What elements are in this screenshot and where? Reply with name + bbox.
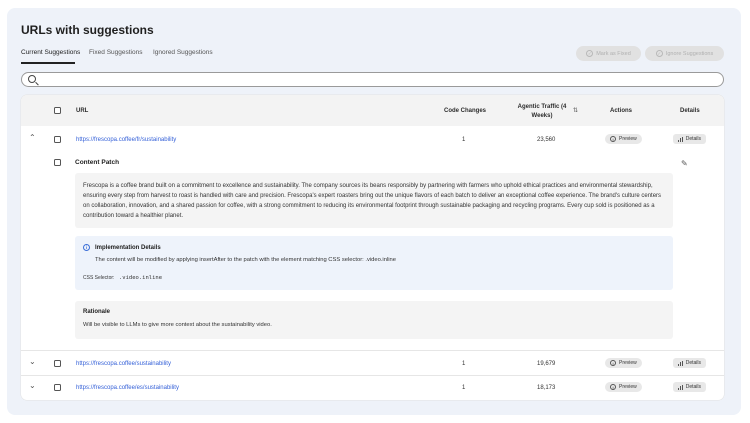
implementation-details-text: The content will be modified by applying… bbox=[95, 257, 396, 263]
row-traffic: 23,560 bbox=[537, 137, 556, 143]
preview-label: Preview bbox=[619, 136, 637, 142]
css-selector-value: .video.inline bbox=[119, 274, 163, 281]
check-circle-icon: ✓ bbox=[586, 50, 594, 57]
chart-icon bbox=[678, 360, 683, 366]
info-icon: i bbox=[610, 360, 616, 366]
sort-icon[interactable]: ⇅ bbox=[573, 107, 578, 114]
info-icon: i bbox=[610, 384, 616, 390]
chart-icon bbox=[678, 384, 683, 390]
patch-content-text: Frescopa is a coffee brand built on a co… bbox=[83, 183, 662, 219]
details-label: Details bbox=[685, 136, 702, 142]
info-icon: i bbox=[83, 244, 90, 251]
row-checkbox[interactable] bbox=[54, 136, 61, 143]
column-header-agentic-traffic[interactable]: Agentic Traffic (4 Weeks) bbox=[514, 103, 570, 121]
suggestions-table: URL Code Changes Agentic Traffic (4 Week… bbox=[21, 95, 724, 400]
patch-checkbox[interactable] bbox=[54, 159, 61, 166]
preview-label: Preview bbox=[619, 360, 637, 366]
column-header-details: Details bbox=[680, 108, 700, 114]
details-button[interactable]: Details bbox=[673, 134, 707, 144]
tab-ignored-suggestions[interactable]: Ignored Suggestions bbox=[153, 49, 213, 56]
chart-icon bbox=[678, 136, 683, 142]
edit-pencil-icon[interactable]: ✎ bbox=[681, 159, 688, 168]
select-all-checkbox[interactable] bbox=[54, 107, 61, 114]
details-button[interactable]: Details bbox=[673, 358, 707, 368]
ignore-suggestions-button[interactable]: ✓ Ignore Suggestions bbox=[645, 46, 724, 61]
row-traffic: 18,173 bbox=[537, 385, 556, 391]
row-checkbox[interactable] bbox=[54, 384, 61, 391]
implementation-details-box bbox=[75, 236, 673, 290]
expand-row-icon[interactable]: ⌄ bbox=[29, 381, 36, 390]
row-code-changes: 1 bbox=[462, 385, 466, 391]
row-url-link[interactable]: https://frescopa.coffee/sustainability bbox=[76, 361, 171, 367]
column-header-url: URL bbox=[76, 108, 89, 114]
preview-button[interactable]: i Preview bbox=[605, 134, 642, 144]
preview-button[interactable]: i Preview bbox=[605, 358, 642, 368]
column-header-code-changes: Code Changes bbox=[444, 108, 487, 114]
search-input[interactable] bbox=[21, 72, 724, 87]
css-selector-label: CSS Selector: bbox=[83, 275, 115, 281]
row-divider bbox=[21, 350, 724, 351]
row-checkbox[interactable] bbox=[54, 360, 61, 367]
search-icon bbox=[28, 75, 36, 83]
row-divider bbox=[21, 375, 724, 376]
details-button[interactable]: Details bbox=[673, 382, 707, 392]
rationale-title: Rationale bbox=[83, 309, 111, 315]
page-title: URLs with suggestions bbox=[21, 23, 154, 37]
info-icon: i bbox=[610, 136, 616, 142]
expand-row-icon[interactable]: ⌄ bbox=[29, 357, 36, 366]
column-header-actions: Actions bbox=[610, 108, 633, 114]
row-code-changes: 1 bbox=[462, 361, 466, 367]
rationale-box bbox=[75, 301, 673, 339]
tab-fixed-suggestions[interactable]: Fixed Suggestions bbox=[89, 49, 142, 56]
active-tab-indicator bbox=[21, 62, 75, 64]
preview-label: Preview bbox=[619, 384, 637, 390]
ignore-suggestions-label: Ignore Suggestions bbox=[665, 50, 714, 57]
preview-button[interactable]: i Preview bbox=[605, 382, 642, 392]
row-url-link[interactable]: https://frescopa.coffee/fr/sustainabilit… bbox=[76, 137, 176, 143]
row-url-link[interactable]: https://frescopa.coffee/es/sustainabilit… bbox=[76, 385, 179, 391]
details-label: Details bbox=[685, 384, 702, 390]
mark-as-fixed-label: Mark as Fixed bbox=[596, 50, 631, 57]
tab-current-suggestions[interactable]: Current Suggestions bbox=[21, 49, 80, 56]
row-code-changes: 1 bbox=[462, 137, 466, 143]
collapse-row-icon[interactable]: ⌃ bbox=[29, 133, 36, 142]
implementation-details-title: Implementation Details bbox=[95, 245, 161, 251]
mark-as-fixed-button[interactable]: ✓ Mark as Fixed bbox=[576, 46, 641, 61]
details-label: Details bbox=[685, 360, 702, 366]
row-traffic: 19,679 bbox=[537, 361, 556, 367]
content-patch-title: Content Patch bbox=[75, 159, 120, 166]
rationale-text: Will be visible to LLMs to give more con… bbox=[83, 322, 272, 328]
check-circle-icon: ✓ bbox=[655, 50, 663, 57]
